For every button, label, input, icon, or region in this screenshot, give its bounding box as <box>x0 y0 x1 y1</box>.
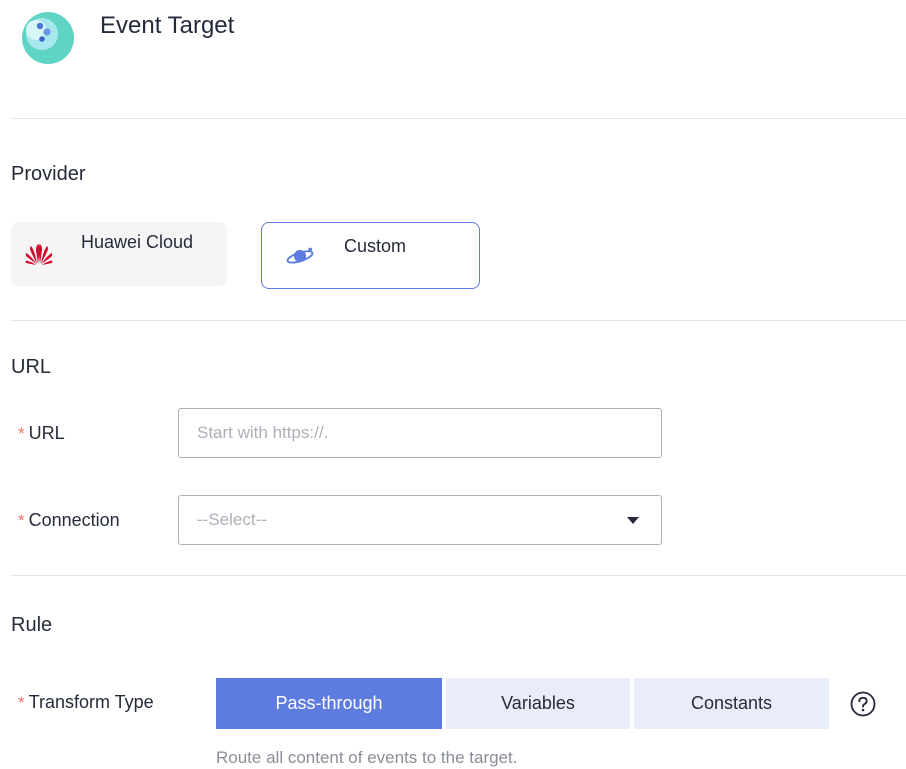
transform-type-label: * Transform Type <box>18 692 154 713</box>
divider <box>11 320 906 321</box>
url-field-label: * URL <box>18 423 65 444</box>
event-target-panel: Event Target Provider Huawei Cloud Custo… <box>0 0 906 769</box>
transform-type-constants-button[interactable]: Constants <box>634 678 829 729</box>
huawei-logo-icon <box>25 242 53 266</box>
transform-type-pass-through-button[interactable]: Pass-through <box>216 678 442 729</box>
provider-option-huawei-cloud[interactable]: Huawei Cloud <box>11 222 227 286</box>
event-target-logo-icon <box>22 12 74 64</box>
provider-section-title: Provider <box>11 163 86 185</box>
transform-type-hint: Route all content of events to the targe… <box>216 748 518 767</box>
connection-field-label: * Connection <box>18 510 120 531</box>
segment-label: Constants <box>690 693 773 713</box>
provider-option-custom[interactable]: Custom <box>261 222 480 289</box>
required-mark: * <box>18 693 25 712</box>
provider-option-label: Huawei Cloud <box>81 231 194 252</box>
url-input[interactable] <box>178 408 662 458</box>
segment-label: Variables <box>501 693 575 713</box>
url-section-title: URL <box>11 356 52 378</box>
connection-select-value: --Select-- <box>197 510 267 529</box>
help-question-icon[interactable] <box>850 691 876 717</box>
url-label-text: URL <box>28 423 65 443</box>
connection-label-text: Connection <box>28 510 120 530</box>
header: Event Target <box>22 12 234 64</box>
divider <box>11 118 906 119</box>
required-mark: * <box>18 424 25 443</box>
chevron-down-icon <box>627 516 639 524</box>
segment-label: Pass-through <box>275 693 383 713</box>
divider <box>11 575 906 576</box>
rule-section-title: Rule <box>11 614 53 636</box>
page-title: Event Target <box>100 12 235 39</box>
connection-select[interactable]: --Select-- <box>178 495 662 545</box>
transform-type-label-text: Transform Type <box>28 692 154 712</box>
planet-icon <box>286 244 314 268</box>
required-mark: * <box>18 511 25 530</box>
provider-option-label: Custom <box>344 236 407 256</box>
transform-type-variables-button[interactable]: Variables <box>446 678 630 729</box>
